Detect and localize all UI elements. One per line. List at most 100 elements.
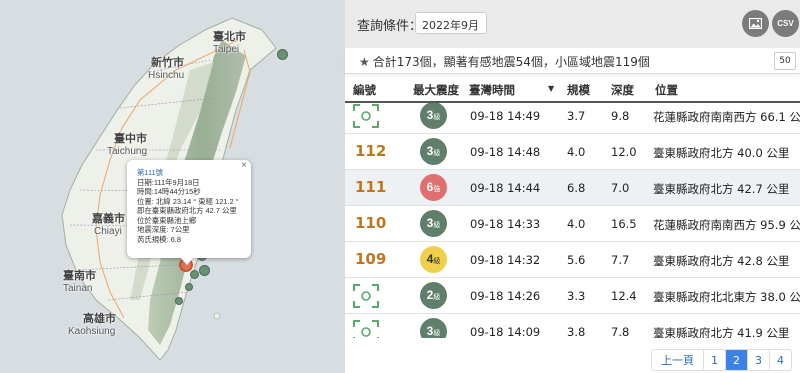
table-row[interactable]: 109 4級 09-18 14:32 5.6 7.7 臺東縣政府北方 42.8 … [345,242,800,278]
city-label-kaohsiung-en: Kaohsiung [68,326,116,337]
table-row[interactable]: 2級 09-18 14:26 3.3 12.4 臺東縣政府北北東方 38.0 公… [345,278,800,314]
row-time: 09-18 14:44 [470,181,541,195]
popup-magnitude: 芮氏規模: 6.8 [137,234,181,244]
row-scale: 3.7 [567,109,586,123]
earthquake-map[interactable]: 臺北市 Taipei 新竹市 Hsinchu 臺中市 Taichung 嘉義市 … [0,0,345,373]
row-depth: 12.4 [611,289,637,303]
row-location: 臺東縣政府北方 42.8 公里 [653,254,790,268]
city-label-chiayi-zh: 嘉義市 [92,213,125,225]
row-depth: 7.0 [611,181,630,195]
earthquake-table-body: 3級 09-18 14:49 3.7 9.8 花蓮縣政府南南西方 66.1 公里… [345,103,800,338]
table-row[interactable]: 3級 09-18 14:49 3.7 9.8 花蓮縣政府南南西方 66.1 公里 [345,103,800,134]
query-label: 查詢條件： [357,19,423,34]
header-scale[interactable]: 規模 [567,82,590,98]
table-row[interactable]: 110 3級 09-18 14:33 4.0 16.5 花蓮縣政府南南西方 95… [345,206,800,242]
summary-text: ★ 合計173個，顯著有感地震54個，小區域地震119個 [359,53,650,70]
summary-counts: 合計173個，顯著有感地震54個，小區域地震119個 [372,55,650,69]
popup-date: 日期:111年9月18日 [137,177,200,187]
city-label-hsinchu-zh: 新竹市 [151,57,184,69]
page-button-2-active[interactable]: 2 [725,350,747,370]
header-depth[interactable]: 深度 [611,82,634,98]
intensity-badge: 3級 [420,138,447,165]
focus-map-icon[interactable] [352,319,380,338]
row-depth: 16.5 [611,217,637,231]
intensity-badge: 3級 [420,210,447,237]
per-page-select[interactable]: 50 [774,52,796,70]
row-event-number[interactable]: 112 [355,142,386,160]
summary-bar: ★ 合計173個，顯著有感地震54個，小區域地震119個 50 [345,48,800,74]
row-scale: 3.8 [567,325,586,338]
row-time: 09-18 14:49 [470,109,541,123]
row-event-number[interactable]: 111 [355,178,386,196]
row-event-number[interactable]: 110 [355,214,386,232]
row-location: 臺東縣政府北方 41.9 公里 [653,326,790,338]
focus-map-icon[interactable] [352,283,380,309]
row-scale: 4.0 [567,217,586,231]
row-location: 臺東縣政府北北東方 38.0 公里 [653,290,800,304]
popup-time: 時間:14時44分15秒 [137,187,201,196]
quake-marker[interactable] [175,297,183,305]
row-event-number[interactable]: 109 [355,250,386,268]
city-label-tainan-zh: 臺南市 [63,270,96,282]
city-label-taichung-en: Taichung [107,146,148,157]
row-scale: 5.6 [567,253,586,267]
row-location: 臺東縣政府北方 40.0 公里 [653,146,790,160]
earthquake-list-panel: 查詢條件： 2022年9月 CSV ★ 合計173個，顯著有感地震54個，小區域地… [345,0,800,373]
quake-info-popup: × 第111號 日期:111年9月18日 時間:14時44分15秒 位置: 北緯… [127,160,251,258]
quake-marker[interactable] [185,283,193,291]
export-image-button[interactable] [742,10,769,37]
page-button-1[interactable]: 1 [703,350,725,370]
city-label-tainan-en: Tainan [63,283,93,294]
pagination-bar: 上一頁 1 2 3 4 [345,338,800,373]
row-location: 花蓮縣政府南南西方 66.1 公里 [653,110,800,124]
row-time: 09-18 14:26 [470,289,541,303]
row-scale: 6.8 [567,181,586,195]
pagination: 上一頁 1 2 3 4 [651,349,792,371]
row-depth: 7.8 [611,325,630,338]
header-location[interactable]: 位置 [655,82,678,98]
popup-depth: 地震深度: 7公里 [137,225,190,234]
query-toolbar: 查詢條件： 2022年9月 CSV [345,0,800,48]
page-button-3[interactable]: 3 [747,350,769,370]
intensity-badge: 6強 [420,174,447,201]
export-csv-button[interactable]: CSV [772,10,799,37]
sort-desc-icon[interactable]: ▼ [548,84,554,93]
popup-position: 位置: 北緯 23.14 ° 東經 121.2 ° [137,196,239,206]
row-scale: 3.3 [567,289,586,303]
row-location: 花蓮縣政府南南西方 95.9 公里 [653,218,800,232]
intensity-badge: 2級 [420,282,447,309]
city-label-taichung-zh: 臺中市 [114,133,147,145]
popup-county: 位於臺東縣池上鄉 [137,215,197,225]
quake-marker[interactable] [190,270,199,279]
row-time: 09-18 14:33 [470,217,541,231]
quake-marker[interactable] [277,49,288,60]
header-id[interactable]: 編號 [353,82,376,98]
star-icon: ★ [359,55,370,69]
row-depth: 9.8 [611,109,630,123]
city-label-kaohsiung-zh: 高雄市 [83,313,116,325]
table-row-selected[interactable]: 111 6強 09-18 14:44 6.8 7.0 臺東縣政府北方 42.7 … [345,170,800,206]
table-row[interactable]: 3級 09-18 14:09 3.8 7.8 臺東縣政府北方 41.9 公里 [345,314,800,338]
city-label-hsinchu-en: Hsinchu [148,70,185,81]
intensity-badge: 4級 [420,246,447,273]
city-label-taipei-en: Taipei [213,44,240,55]
intensity-badge: 3級 [420,103,447,129]
query-month-select[interactable]: 2022年9月 [415,12,487,34]
row-time: 09-18 14:48 [470,145,541,159]
table-header: 編號 最大震度 臺灣時間 ▼ 規模 深度 位置 [345,74,800,103]
popup-relative-location: 即在臺東縣政府北方 42.7 公里 [137,206,237,215]
header-time[interactable]: 臺灣時間 [469,82,515,98]
image-icon [748,18,763,30]
row-time: 09-18 14:32 [470,253,541,267]
intensity-badge: 3級 [420,318,447,338]
row-location: 臺東縣政府北方 42.7 公里 [653,182,790,196]
table-row[interactable]: 112 3級 09-18 14:48 4.0 12.0 臺東縣政府北方 40.0… [345,134,800,170]
popup-close-icon[interactable]: × [241,161,247,171]
quake-marker[interactable] [199,265,210,276]
prev-page-button[interactable]: 上一頁 [652,350,703,370]
header-intensity[interactable]: 最大震度 [413,82,459,98]
row-scale: 4.0 [567,145,586,159]
popup-pointer [180,257,194,265]
page-button-4[interactable]: 4 [769,350,791,370]
focus-map-icon[interactable] [352,103,380,129]
